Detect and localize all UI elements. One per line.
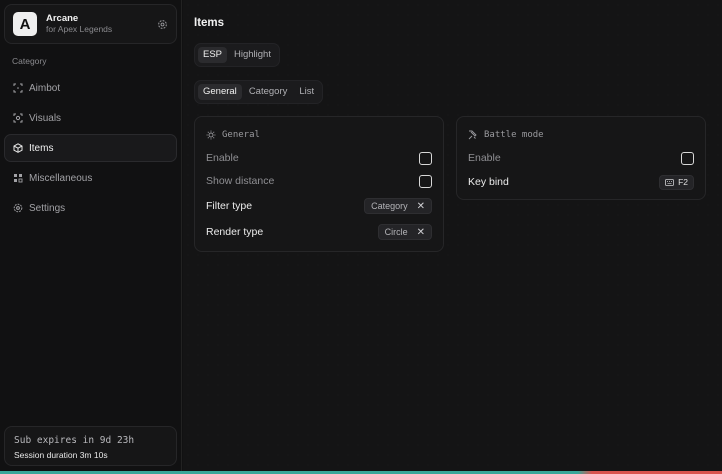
keybind-row: Key bind F2 (468, 174, 694, 190)
keybind-label: Key bind (468, 176, 509, 188)
filter-type-label: Filter type (206, 200, 253, 212)
app-header: A Arcane for Apex Legends (4, 4, 177, 44)
sidebar-item-aimbot[interactable]: Aimbot (4, 74, 177, 102)
tab-highlight[interactable]: Highlight (229, 47, 276, 63)
battle-mode-title: Battle mode (484, 130, 544, 140)
keybind-button[interactable]: F2 (659, 174, 694, 190)
crosshair-icon (13, 83, 23, 93)
top-tabs: ESP Highlight (194, 43, 280, 67)
battle-enable-label: Enable (468, 152, 501, 164)
main-panel: Items ESP Highlight General Category Lis… (183, 0, 722, 471)
general-card-title: General (222, 130, 260, 140)
sidebar-item-settings[interactable]: Settings (4, 194, 177, 222)
session-duration-label: Session duration (14, 450, 78, 460)
gear-icon (13, 203, 23, 213)
sword-icon (468, 130, 477, 140)
box-icon (13, 143, 23, 153)
tab-category[interactable]: Category (244, 84, 293, 100)
render-type-label: Render type (206, 226, 264, 238)
app-logo: A (13, 12, 37, 36)
page-title: Items (194, 17, 225, 29)
eye-icon (13, 113, 23, 123)
sidebar-section-label: Category (12, 56, 47, 66)
show-distance-row: Show distance (206, 173, 432, 189)
battle-enable-row: Enable (468, 150, 694, 166)
sidebar-item-label: Miscellaneous (29, 172, 93, 184)
filter-type-select[interactable]: Category ✕ (364, 198, 432, 214)
tab-esp[interactable]: ESP (198, 47, 228, 63)
settings-gear-icon[interactable] (157, 19, 168, 30)
filter-type-value: Category (371, 201, 408, 211)
sidebar-item-items[interactable]: Items (4, 134, 177, 162)
session-duration: Session duration 3m 10s (14, 450, 167, 460)
general-card-header: General (206, 128, 260, 142)
subscription-footer: Sub expires in 9d 23h Session duration 3… (4, 426, 177, 466)
enable-row: Enable (206, 150, 432, 166)
show-distance-checkbox[interactable] (419, 174, 432, 188)
subscription-expiry: Sub expires in 9d 23h (14, 435, 135, 446)
keybind-value: F2 (678, 177, 688, 187)
enable-label: Enable (206, 152, 239, 164)
general-card: General Enable Show distance Filter type… (194, 116, 444, 252)
enable-checkbox[interactable] (419, 151, 432, 165)
app-subtitle: for Apex Legends (46, 23, 113, 34)
sidebar-item-label: Aimbot (29, 82, 61, 94)
battle-mode-card: Battle mode Enable Key bind F2 (456, 116, 706, 200)
render-type-select[interactable]: Circle ✕ (377, 224, 432, 240)
render-type-row: Render type Circle ✕ (206, 224, 432, 240)
battle-mode-header: Battle mode (468, 128, 544, 142)
filter-type-row: Filter type Category ✕ (206, 198, 432, 214)
render-type-value: Circle (384, 227, 408, 237)
battle-enable-checkbox[interactable] (681, 151, 694, 165)
clear-icon[interactable]: ✕ (417, 227, 425, 238)
clear-icon[interactable]: ✕ (417, 201, 425, 212)
grid-icon (14, 174, 23, 183)
sun-icon (206, 130, 216, 140)
sidebar-item-label: Items (29, 142, 54, 154)
sidebar-item-label: Visuals (29, 112, 62, 124)
sidebar-item-label: Settings (29, 202, 66, 214)
sidebar: A Arcane for Apex Legends Category Aimbo… (0, 0, 182, 471)
sidebar-item-visuals[interactable]: Visuals (4, 104, 177, 132)
sidebar-item-miscellaneous[interactable]: Miscellaneous (4, 164, 177, 192)
show-distance-label: Show distance (206, 175, 275, 187)
sidebar-nav: Aimbot Visuals Items Miscellaneous Setti… (4, 74, 177, 222)
session-duration-value: 3m 10s (79, 450, 108, 460)
tab-list[interactable]: List (294, 84, 319, 100)
sub-tabs: General Category List (194, 80, 324, 104)
keyboard-icon (665, 178, 674, 186)
app-name: Arcane (46, 12, 79, 24)
tab-general[interactable]: General (198, 84, 242, 100)
